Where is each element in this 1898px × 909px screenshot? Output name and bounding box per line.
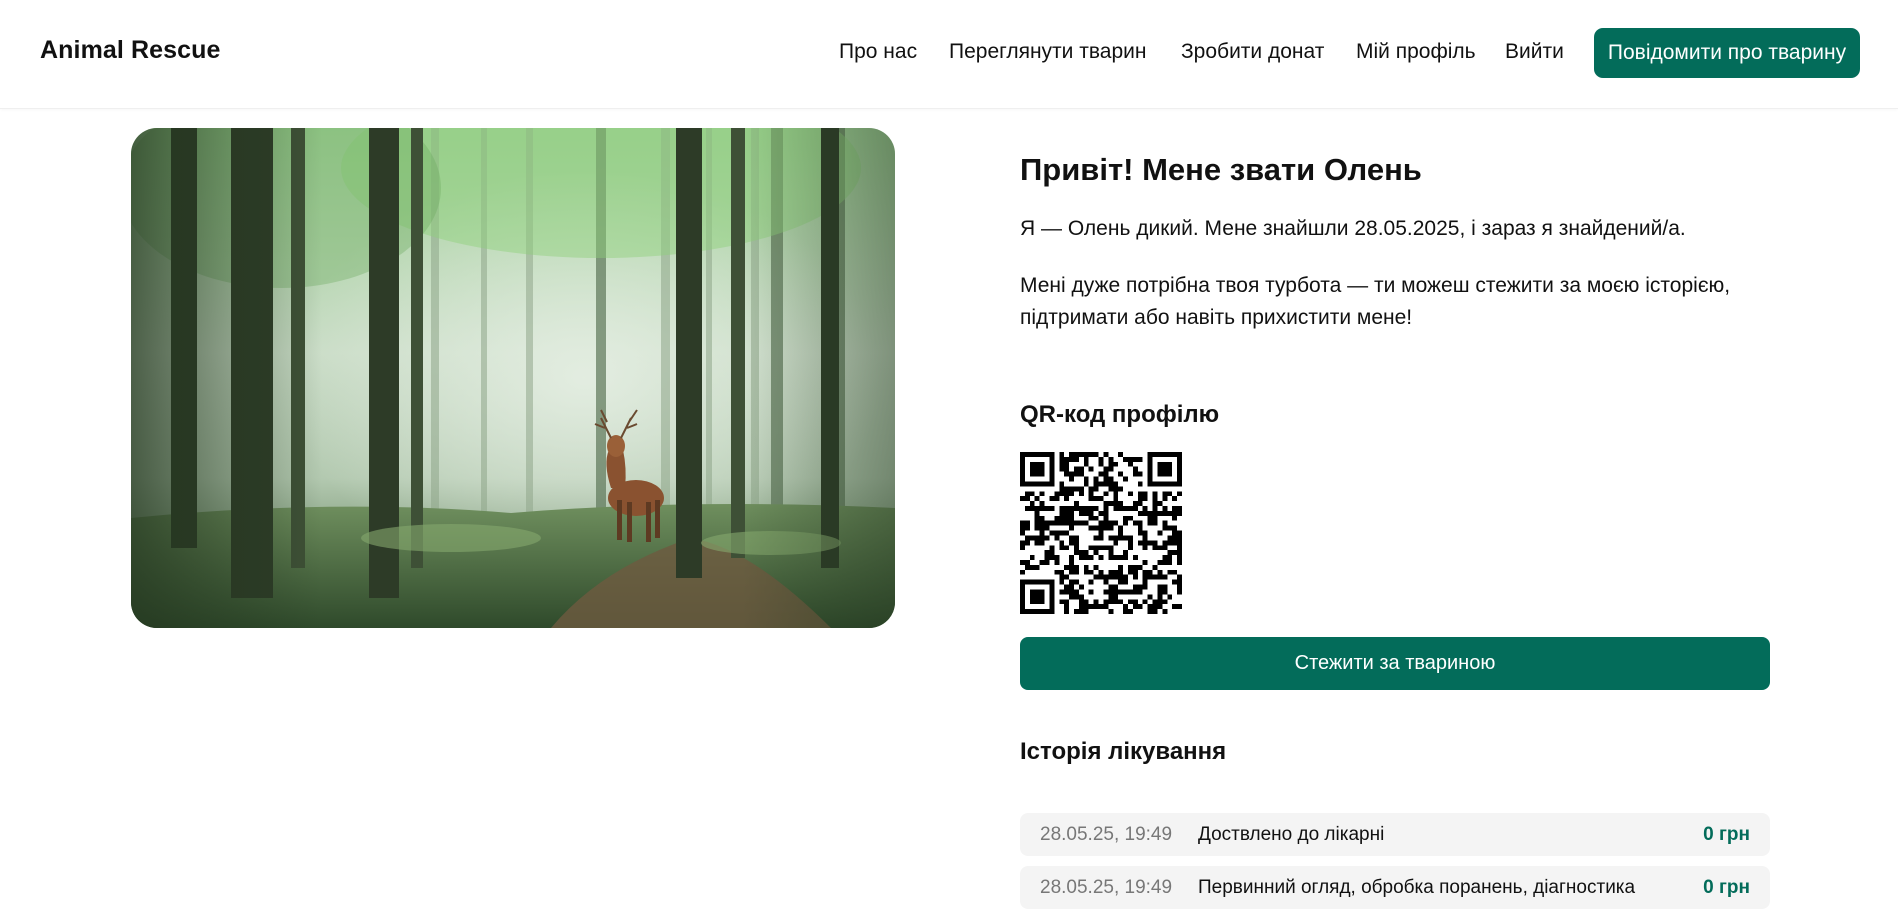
history-amount: 0 грн — [1703, 877, 1750, 898]
history-date: 28.05.25, 19:49 — [1040, 877, 1173, 898]
report-animal-button[interactable]: Повідомити про тварину — [1594, 28, 1860, 78]
nav-about[interactable]: Про нас — [839, 40, 917, 64]
deer-in-forest-photo — [131, 128, 895, 628]
history-description: Доствлено до лікарні — [1198, 824, 1385, 845]
history-row: 28.05.25, 19:49 Доствлено до лікарні 0 г… — [1020, 813, 1770, 856]
treatment-history-heading: Історія лікування — [1020, 738, 1227, 765]
qr-heading: QR-код профілю — [1020, 401, 1220, 428]
history-amount: 0 грн — [1703, 824, 1750, 845]
follow-animal-button[interactable]: Стежити за твариною — [1020, 637, 1770, 690]
nav-browse-animals[interactable]: Переглянути тварин — [949, 40, 1146, 64]
nav-logout[interactable]: Вийти — [1505, 40, 1564, 64]
qr-code-icon — [1020, 452, 1182, 614]
animal-intro: Я — Олень дикий. Мене знайшли 28.05.2025… — [1020, 217, 1686, 240]
nav-donate[interactable]: Зробити донат — [1181, 40, 1324, 64]
brand-logo[interactable]: Animal Rescue — [40, 36, 221, 65]
history-date: 28.05.25, 19:49 — [1040, 824, 1173, 845]
nav-my-profile[interactable]: Мій профіль — [1356, 40, 1476, 64]
animal-title: Привіт! Мене звати Олень — [1020, 152, 1422, 187]
animal-appeal: Мені дуже потрібна твоя турбота — ти мож… — [1020, 274, 1731, 329]
history-description: Первинний огляд, обробка поранень, діагн… — [1198, 877, 1636, 898]
site-header: Animal Rescue Про нас Переглянути тварин… — [0, 0, 1898, 109]
